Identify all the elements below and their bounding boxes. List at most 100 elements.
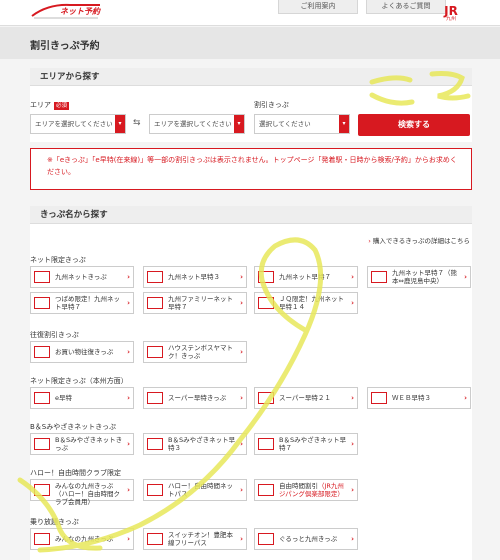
- ticket-select[interactable]: 選択してください ▾: [254, 114, 350, 134]
- ticket-tile[interactable]: お買い物往復きっぷ ›: [30, 341, 134, 363]
- ticket-tile[interactable]: B＆Sみやざきネットきっぷ ›: [30, 433, 134, 455]
- ticket-tile[interactable]: ＷＥＢ早特３ ›: [367, 387, 471, 409]
- chevron-right-icon: ›: [240, 273, 243, 281]
- chevron-right-icon: ›: [240, 535, 243, 543]
- group-title: ハロー！自由時間クラブ限定: [30, 469, 121, 477]
- ticket-icon: [34, 484, 50, 496]
- ticket-name: スーパー早特２１: [279, 394, 331, 402]
- ticket-name: スイッチオン！豊肥本線フリーパス: [168, 531, 233, 547]
- ticket-icon: [34, 533, 50, 545]
- ticket-tile[interactable]: B＆Sみやざきネット早特７ ›: [254, 433, 358, 455]
- ticket-icon: [258, 484, 274, 496]
- netyoyaku-logo[interactable]: ネット予約: [30, 2, 102, 20]
- ticket-icon: [34, 346, 50, 358]
- ticket-icon: [258, 392, 274, 404]
- area-search-title: エリアから探す: [30, 68, 472, 86]
- chevron-right-icon: ›: [351, 440, 354, 448]
- chevron-right-icon: ›: [351, 273, 354, 281]
- ticket-detail-link[interactable]: › 購入できるきっぷの詳細はこちら: [368, 235, 470, 245]
- ticket-icon: [147, 533, 163, 545]
- to-area-select[interactable]: エリアを選択してください ▾: [149, 114, 245, 134]
- chevron-right-icon: ›: [351, 535, 354, 543]
- ticket-name: みんなの九州きっぷ: [55, 535, 114, 543]
- chevron-right-icon: ›: [240, 394, 243, 402]
- from-area-select[interactable]: エリアを選択してください ▾: [30, 114, 126, 134]
- chevron-right-icon: ›: [368, 237, 371, 245]
- ticket-name: B＆Sみやざきネット早特３: [168, 436, 236, 452]
- ticket-label: 割引きっぷ: [254, 101, 289, 109]
- ticket-tile[interactable]: 九州ネット早特３ ›: [143, 266, 247, 288]
- ticket-icon: [34, 392, 50, 404]
- ticket-tile[interactable]: みんなの九州きっぷ（ハロー！自由時間クラブ会員用） ›: [30, 479, 134, 506]
- ticket-tile[interactable]: スイッチオン！豊肥本線フリーパス ›: [143, 528, 247, 550]
- ticket-tile[interactable]: ぐるっと九州きっぷ ›: [254, 528, 358, 550]
- ticket-tile[interactable]: みんなの九州きっぷ ›: [30, 528, 134, 550]
- page-title: 割引きっぷ予約: [30, 41, 100, 52]
- ticket-name: e早特: [55, 394, 72, 402]
- name-search-title: きっぷ名から探す: [30, 206, 472, 224]
- search-button[interactable]: 検索する: [358, 114, 470, 136]
- chevron-right-icon: ›: [127, 440, 130, 448]
- ticket-tile[interactable]: つばめ限定！九州ネット早特７ ›: [30, 292, 134, 314]
- faq-link[interactable]: よくあるご質問: [366, 0, 446, 14]
- chevron-down-icon: ▾: [234, 115, 244, 133]
- chevron-right-icon: ›: [464, 273, 467, 281]
- ticket-tile[interactable]: 九州ファミリーネット早特７ ›: [143, 292, 247, 314]
- ticket-name: お買い物往復きっぷ: [55, 348, 114, 356]
- chevron-right-icon: ›: [127, 273, 130, 281]
- ticket-name: 九州ネット早特３: [168, 273, 220, 281]
- ticket-tile[interactable]: 九州ネット早特７（熊本⇔鹿児島中央） ›: [367, 266, 471, 288]
- ticket-icon: [258, 297, 274, 309]
- group-title: 往復割引きっぷ: [30, 331, 79, 339]
- ticket-name: 九州ネット早特７（熊本⇔鹿児島中央）: [392, 269, 457, 285]
- chevron-right-icon: ›: [127, 299, 130, 307]
- chevron-right-icon: ›: [351, 486, 354, 494]
- ticket-tile[interactable]: ＪＱ限定！九州ネット早特１４ ›: [254, 292, 358, 314]
- chevron-right-icon: ›: [351, 299, 354, 307]
- ticket-tile[interactable]: B＆Sみやざきネット早特３ ›: [143, 433, 247, 455]
- chevron-right-icon: ›: [240, 440, 243, 448]
- ticket-tile[interactable]: ハロー！自由時間ネットパス ›: [143, 479, 247, 501]
- ticket-name: ハウステンボスヤマトク！きっぷ: [168, 344, 233, 360]
- ticket-tile[interactable]: e早特 ›: [30, 387, 134, 409]
- chevron-right-icon: ›: [240, 348, 243, 356]
- ticket-tile[interactable]: 九州ネット早特７ ›: [254, 266, 358, 288]
- ticket-tile[interactable]: 九州ネットきっぷ ›: [30, 266, 134, 288]
- page-header: 割引きっぷ予約: [0, 27, 500, 59]
- chevron-down-icon: ▾: [339, 115, 349, 133]
- chevron-right-icon: ›: [464, 394, 467, 402]
- ticket-tile[interactable]: スーパー早特２１ ›: [254, 387, 358, 409]
- ticket-name: B＆Sみやざきネット早特７: [279, 436, 347, 452]
- chevron-right-icon: ›: [127, 348, 130, 356]
- ticket-icon: [147, 346, 163, 358]
- svg-text:ネット予約: ネット予約: [60, 7, 101, 16]
- ticket-name: スーパー早特きっぷ: [168, 394, 227, 402]
- notice-box: ※「eきっぷ」「e早特(在来線)」等一部の割引きっぷは表示されません。トップペー…: [30, 148, 472, 190]
- ticket-name: みんなの九州きっぷ（ハロー！自由時間クラブ会員用）: [55, 482, 120, 506]
- chevron-right-icon: ›: [127, 394, 130, 402]
- guide-link[interactable]: ご利用案内: [278, 0, 358, 14]
- ticket-icon: [258, 533, 274, 545]
- group-title: 乗り放題きっぷ: [30, 518, 79, 526]
- jr-kyushu-logo[interactable]: JR 九州: [440, 5, 462, 23]
- swap-icon[interactable]: ⇆: [133, 118, 141, 128]
- ticket-icon: [34, 438, 50, 450]
- ticket-name: 九州ネットきっぷ: [55, 273, 107, 281]
- chevron-down-icon: ▾: [115, 115, 125, 133]
- ticket-icon: [147, 271, 163, 283]
- area-label: エリア 必須: [30, 101, 70, 110]
- ticket-tile[interactable]: 自由時間割引（JR九州ジパング倶楽部限定） ›: [254, 479, 358, 501]
- ticket-name: ＪＱ限定！九州ネット早特１４: [279, 295, 344, 311]
- ticket-name: B＆Sみやざきネットきっぷ: [55, 436, 123, 452]
- chevron-right-icon: ›: [127, 535, 130, 543]
- chevron-right-icon: ›: [240, 486, 243, 494]
- ticket-icon: [258, 271, 274, 283]
- ticket-icon: [258, 438, 274, 450]
- ticket-icon: [371, 271, 387, 283]
- ticket-name: 九州ネット早特７: [279, 273, 331, 281]
- ticket-tile[interactable]: ハウステンボスヤマトク！きっぷ ›: [143, 341, 247, 363]
- ticket-icon: [371, 392, 387, 404]
- ticket-tile[interactable]: スーパー早特きっぷ ›: [143, 387, 247, 409]
- ticket-icon: [34, 271, 50, 283]
- ticket-name: 自由時間割引（JR九州ジパング倶楽部限定）: [279, 482, 344, 498]
